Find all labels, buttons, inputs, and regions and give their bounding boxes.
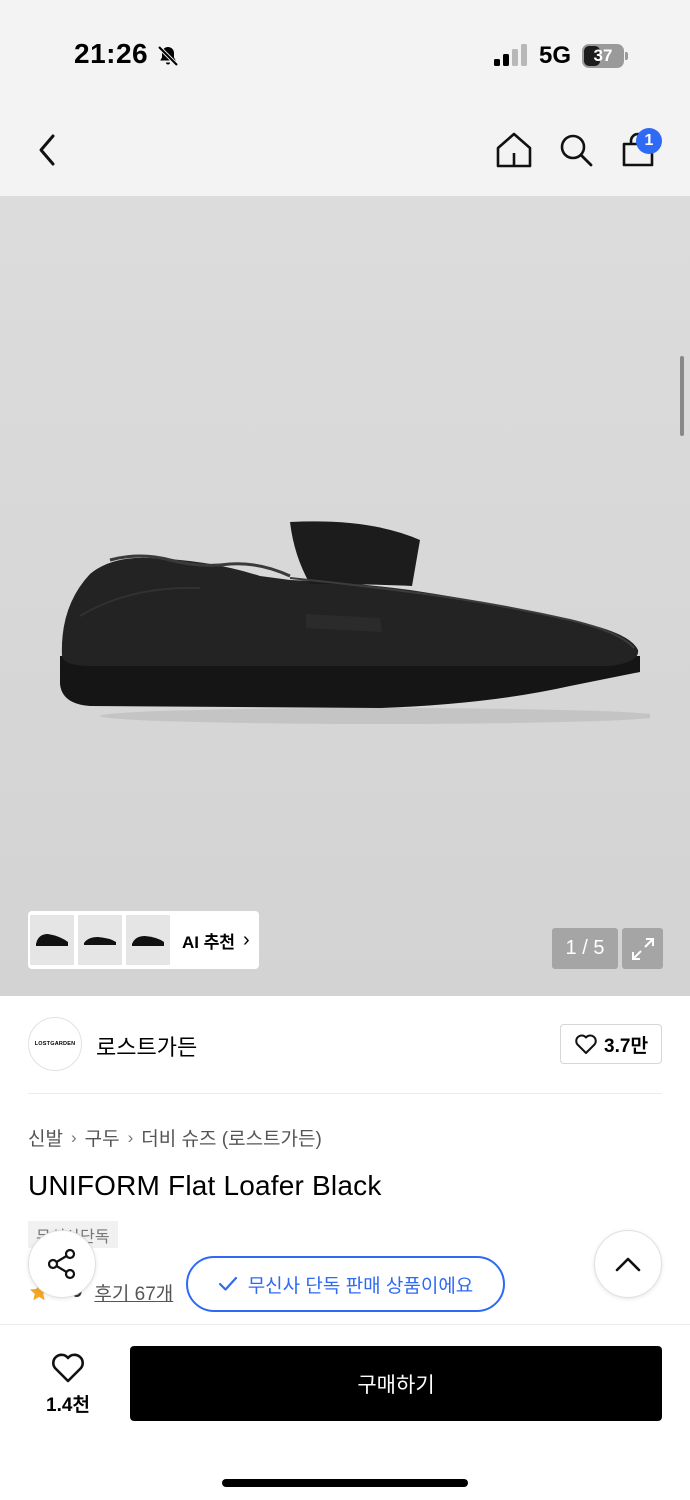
exclusive-toast: 무신사 단독 판매 상품이에요 <box>186 1256 505 1312</box>
expand-icon <box>631 937 654 960</box>
wishlist-button[interactable]: 1.4천 <box>28 1349 108 1419</box>
heart-icon <box>575 1034 597 1054</box>
scroll-top-button[interactable] <box>594 1230 662 1298</box>
search-button[interactable] <box>556 128 596 172</box>
share-button[interactable] <box>28 1230 96 1298</box>
brand-name[interactable]: 로스트가든 <box>96 1030 197 1062</box>
brand-like-button[interactable]: 3.7만 <box>560 1024 662 1064</box>
chevron-right-icon: › <box>243 928 250 951</box>
battery-level: 37 <box>593 46 613 65</box>
thumbnail[interactable] <box>78 915 122 965</box>
battery-icon: 37 <box>582 44 628 68</box>
product-title: UNIFORM Flat Loafer Black <box>28 1170 382 1201</box>
chevron-up-icon <box>615 1257 641 1272</box>
share-icon <box>47 1248 76 1280</box>
ai-recommend-label: AI 추천 <box>182 932 236 952</box>
heart-icon <box>52 1353 84 1382</box>
search-icon <box>560 134 593 167</box>
brand-logo[interactable]: LOSTGARDEN <box>28 1017 82 1071</box>
toast-text: 무신사 단독 판매 상품이에요 <box>247 1275 474 1297</box>
loafer-thumbnail-icon <box>36 934 68 946</box>
thumbnail[interactable] <box>126 915 170 965</box>
breadcrumb-item[interactable]: 더비 슈즈 (로스트가든) <box>141 1124 322 1151</box>
bell-slash-icon <box>157 45 179 67</box>
nav-bar <box>0 100 690 196</box>
loafer-thumbnail-icon <box>132 936 164 946</box>
product-image <box>60 521 650 724</box>
home-button[interactable] <box>494 128 534 172</box>
chevron-right-icon: › <box>127 1127 134 1147</box>
ai-recommend-strip[interactable]: AI 추천 › <box>28 911 259 969</box>
home-indicator <box>222 1479 468 1487</box>
back-button[interactable] <box>28 128 68 172</box>
status-bar: 21:26 5G 37 <box>0 0 690 100</box>
check-icon <box>218 1276 237 1291</box>
breadcrumb-item[interactable]: 신발 <box>28 1124 63 1151</box>
chevron-left-icon <box>39 134 55 166</box>
cart-count-badge: 1 <box>636 128 662 154</box>
home-icon <box>496 132 532 168</box>
buy-button[interactable]: 구매하기 <box>130 1346 662 1421</box>
brand-row[interactable]: LOSTGARDEN 로스트가든 3.7만 <box>0 1016 690 1074</box>
status-time: 21:26 <box>74 38 149 69</box>
expand-button[interactable] <box>622 928 663 969</box>
breadcrumb: 신발 › 구두 › 더비 슈즈 (로스트가든) <box>28 1124 322 1151</box>
wishlist-count: 1.4천 <box>46 1394 90 1416</box>
breadcrumb-item[interactable]: 구두 <box>85 1124 120 1151</box>
loafer-thumbnail-icon <box>84 937 116 945</box>
brand-like-count: 3.7만 <box>604 1035 648 1057</box>
bottom-action-bar: 1.4천 구매하기 <box>0 1324 690 1500</box>
image-page-counter: 1 / 5 <box>552 928 618 969</box>
thumbnail[interactable] <box>30 915 74 965</box>
divider <box>28 1093 662 1094</box>
scroll-indicator <box>680 356 684 436</box>
signal-icon <box>494 44 527 66</box>
product-image-gallery[interactable] <box>0 196 690 996</box>
ai-recommend-link[interactable]: AI 추천 › <box>182 928 250 953</box>
chevron-right-icon: › <box>70 1127 77 1147</box>
network-label: 5G <box>539 42 572 69</box>
review-link[interactable]: 후기 67개 <box>94 1279 173 1306</box>
